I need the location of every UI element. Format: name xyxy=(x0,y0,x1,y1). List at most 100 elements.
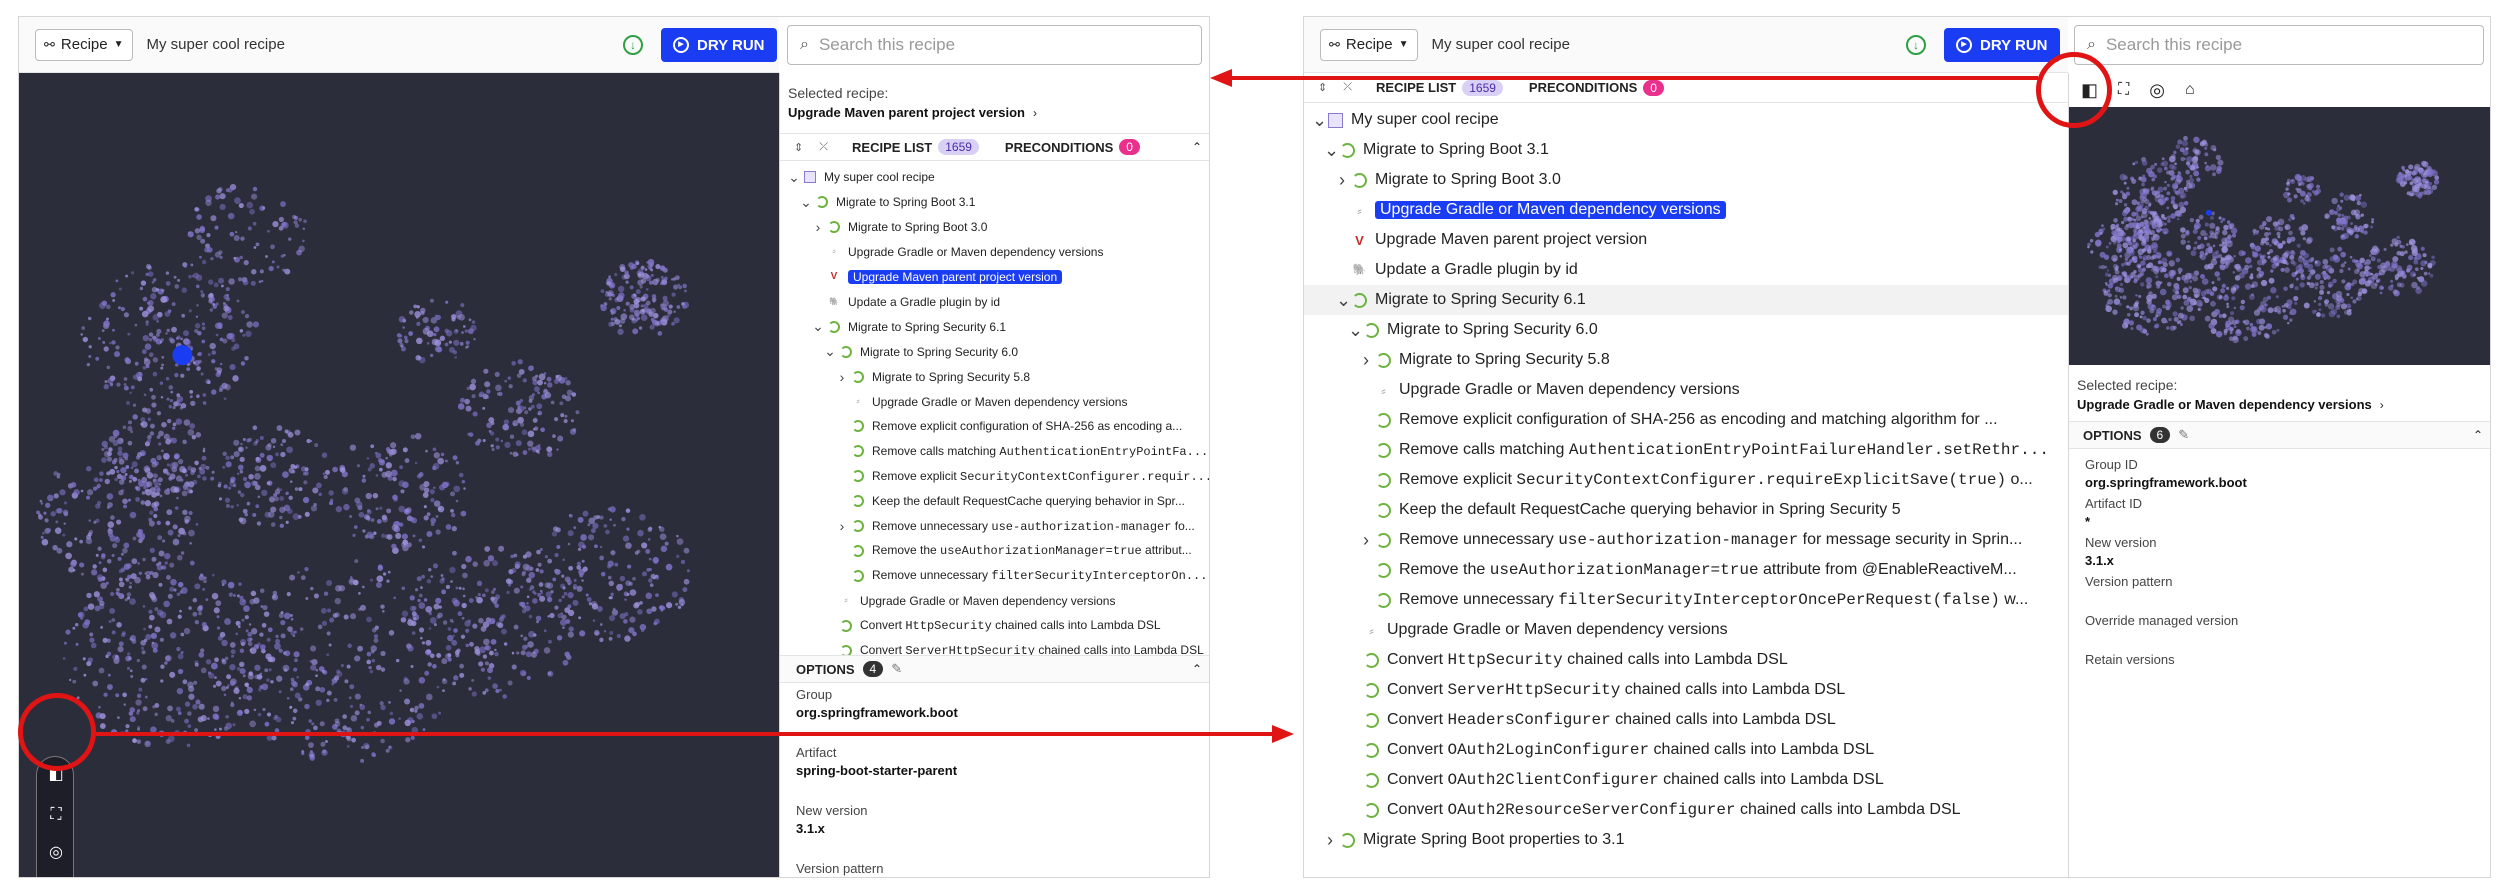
chevron-right-icon[interactable]: › xyxy=(812,219,824,235)
fit-view-icon[interactable]: ⛶ xyxy=(46,805,66,825)
selected-node[interactable] xyxy=(2205,209,2212,216)
chevron-down-icon[interactable]: ⌄ xyxy=(1336,290,1351,311)
tree-row[interactable]: ⌄ Migrate to Spring Security 6.1 xyxy=(1304,285,2068,315)
tree-row[interactable]: ⌄ Migrate to Spring Security 6.0 xyxy=(1304,315,2068,345)
recipe-menu-button[interactable]: ⚯ Recipe ▼ xyxy=(35,28,133,61)
search-box[interactable]: ⌕ Search this recipe xyxy=(787,25,1202,65)
tree-row[interactable]: Convert OAuth2ResourceServerConfigurer c… xyxy=(1304,795,2068,825)
collapse-all-icon[interactable]: ⤫ xyxy=(819,141,828,154)
download-icon[interactable]: ↓ xyxy=(1906,35,1926,55)
tree-row[interactable]: ⌄ Migrate to Spring Security 6.0 xyxy=(780,339,1209,364)
option-value[interactable]: * xyxy=(2085,514,2090,529)
edit-icon[interactable]: ✎ xyxy=(2178,427,2189,443)
tree-row[interactable]: Convert OAuth2LoginConfigurer chained ca… xyxy=(1304,735,2068,765)
chevron-right-icon[interactable]: › xyxy=(836,518,848,534)
chevron-down-icon[interactable]: ⌄ xyxy=(824,343,836,360)
tree-row[interactable]: Convert HeadersConfigurer chained calls … xyxy=(1304,705,2068,735)
tree-row[interactable]: Keep the default RequestCache querying b… xyxy=(780,489,1209,514)
tree-row[interactable]: › Migrate to Spring Boot 3.0 xyxy=(1304,165,2068,195)
expand-all-icon[interactable]: ⇕ xyxy=(1318,81,1327,94)
recipe-graph-canvas[interactable]: ◧ ⛶ ◎ ⌂ xyxy=(19,73,779,877)
selected-recipe-link[interactable]: Upgrade Gradle or Maven dependency versi… xyxy=(2077,397,2384,412)
expand-all-icon[interactable]: ⇕ xyxy=(794,141,803,154)
tab-preconditions[interactable]: PRECONDITIONS 0 xyxy=(1529,79,1664,96)
tree-row[interactable]: Convert OAuth2ClientConfigurer chained c… xyxy=(1304,765,2068,795)
locate-icon[interactable]: ◎ xyxy=(2149,80,2165,101)
tree-row[interactable]: ⌄ Migrate to Spring Boot 3.1 xyxy=(780,190,1209,215)
tree-row[interactable]: Remove explicit SecurityContextConfigure… xyxy=(780,464,1209,489)
tree-row[interactable]: Keep the default RequestCache querying b… xyxy=(1304,495,2068,525)
tree-row[interactable]: Remove explicit configuration of SHA-256… xyxy=(1304,405,2068,435)
option-value[interactable]: 3.1.x xyxy=(796,821,825,836)
tree-row[interactable]: › Migrate to Spring Security 5.8 xyxy=(1304,345,2068,375)
selected-recipe-link[interactable]: Upgrade Maven parent project version › xyxy=(788,105,1037,120)
chevron-up-icon[interactable]: ⌃ xyxy=(2473,428,2483,442)
tree-row[interactable]: V Upgrade Maven parent project version xyxy=(780,265,1209,290)
tree-row[interactable]: Remove calls matching AuthenticationEntr… xyxy=(1304,435,2068,465)
tree-row[interactable]: › Remove unnecessary use-authorization-ma… xyxy=(1304,525,2068,555)
download-icon[interactable]: ↓ xyxy=(623,35,643,55)
edit-icon[interactable]: ✎ xyxy=(891,661,902,677)
tree-row[interactable]: 🐘 Update a Gradle plugin by id xyxy=(1304,255,2068,285)
chevron-down-icon[interactable]: ⌄ xyxy=(1324,140,1339,161)
tree-row[interactable]: Remove explicit configuration of SHA-256… xyxy=(780,414,1209,439)
graph-node xyxy=(640,314,648,321)
dry-run-button[interactable]: ▶ DRY RUN xyxy=(1944,28,2060,62)
chevron-up-icon[interactable]: ⌃ xyxy=(1192,662,1202,676)
tree-row[interactable]: › Remove unnecessary use-authorization-ma… xyxy=(780,514,1209,539)
tab-preconditions[interactable]: PRECONDITIONS 0 xyxy=(1005,139,1140,155)
option-value[interactable]: spring-boot-starter-parent xyxy=(796,763,957,778)
chevron-down-icon[interactable]: ⌄ xyxy=(788,169,800,186)
selected-node[interactable] xyxy=(172,345,193,366)
chevron-right-icon[interactable]: › xyxy=(836,369,848,385)
tree-row[interactable]: Remove unnecessary filterSecurityInterce… xyxy=(1304,585,2068,615)
tab-recipe-list[interactable]: RECIPE LIST 1659 xyxy=(852,139,979,155)
tree-row[interactable]: Convert ServerHttpSecurity chained calls… xyxy=(1304,675,2068,705)
chevron-up-icon[interactable]: ⌃ xyxy=(1192,140,1202,154)
tree-row[interactable]: Remove the useAuthorizationManager=true … xyxy=(780,539,1209,564)
collapse-all-icon[interactable]: ⤫ xyxy=(1343,81,1352,94)
tree-row[interactable]: ⌄ Migrate to Spring Security 6.1 xyxy=(780,314,1209,339)
tree-row[interactable]: Remove explicit SecurityContextConfigure… xyxy=(1304,465,2068,495)
locate-icon[interactable]: ◎ xyxy=(46,843,66,863)
dry-run-button[interactable]: ▶ DRY RUN xyxy=(661,28,777,62)
chevron-down-icon[interactable]: ⌄ xyxy=(1348,320,1363,341)
tree-row[interactable]: Convert ServerHttpSecurity chained calls… xyxy=(780,638,1209,655)
graph-node xyxy=(2172,203,2179,210)
chevron-down-icon[interactable]: ⌄ xyxy=(812,318,824,335)
chevron-right-icon[interactable]: › xyxy=(1324,830,1336,851)
tree-row[interactable]: ⸗ Upgrade Gradle or Maven dependency vers… xyxy=(1304,195,2068,225)
chevron-right-icon[interactable]: › xyxy=(1360,530,1372,551)
tag-icon[interactable]: ⌂ xyxy=(2185,81,2195,99)
tree-row[interactable]: ⸗ Upgrade Gradle or Maven dependency vers… xyxy=(1304,375,2068,405)
recipe-graph-minimap[interactable] xyxy=(2069,107,2490,365)
tree-row[interactable]: ⸗ Upgrade Gradle or Maven dependency vers… xyxy=(1304,615,2068,645)
tree-row[interactable]: ⸗ Upgrade Gradle or Maven dependency vers… xyxy=(780,389,1209,414)
tree-row[interactable]: Convert HttpSecurity chained calls into … xyxy=(1304,645,2068,675)
chevron-right-icon[interactable]: › xyxy=(1336,170,1348,191)
tree-row[interactable]: › Migrate to Spring Boot 3.0 xyxy=(780,215,1209,240)
option-value[interactable]: org.springframework.boot xyxy=(2085,475,2247,490)
chevron-down-icon[interactable]: ⌄ xyxy=(800,194,812,211)
search-box[interactable]: ⌕ Search this recipe xyxy=(2074,25,2484,65)
chevron-down-icon[interactable]: ⌄ xyxy=(1312,110,1327,131)
option-value[interactable]: org.springframework.boot xyxy=(796,705,958,720)
option-value[interactable]: 3.1.x xyxy=(2085,553,2114,568)
tree-row[interactable]: › Migrate to Spring Security 5.8 xyxy=(780,364,1209,389)
tree-row[interactable]: Remove calls matching AuthenticationEntr… xyxy=(780,439,1209,464)
fit-view-icon[interactable]: ⛶ xyxy=(2118,81,2129,99)
tree-row[interactable]: Remove the useAuthorizationManager=true … xyxy=(1304,555,2068,585)
tree-row[interactable]: ⌄ My super cool recipe xyxy=(780,165,1209,190)
tree-row[interactable]: ⸗ Upgrade Gradle or Maven dependency vers… xyxy=(780,588,1209,613)
tree-row[interactable]: ⌄ Migrate to Spring Boot 3.1 xyxy=(1304,135,2068,165)
tree-row[interactable]: 🐘 Update a Gradle plugin by id xyxy=(780,290,1209,315)
tree-row[interactable]: ⸗ Upgrade Gradle or Maven dependency vers… xyxy=(780,240,1209,265)
tree-row[interactable]: Remove unnecessary filterSecurityInterce… xyxy=(780,563,1209,588)
tree-row[interactable]: Convert HttpSecurity chained calls into … xyxy=(780,613,1209,638)
tree-row[interactable]: V Upgrade Maven parent project version xyxy=(1304,225,2068,255)
tree-row[interactable]: › Migrate Spring Boot properties to 3.1 xyxy=(1304,825,2068,855)
recipe-menu-button[interactable]: ⚯ Recipe ▼ xyxy=(1320,28,1418,61)
chevron-right-icon[interactable]: › xyxy=(1360,350,1372,371)
tree-row[interactable]: ⌄ My super cool recipe xyxy=(1304,105,2068,135)
tab-recipe-list[interactable]: RECIPE LIST 1659 xyxy=(1376,79,1503,96)
